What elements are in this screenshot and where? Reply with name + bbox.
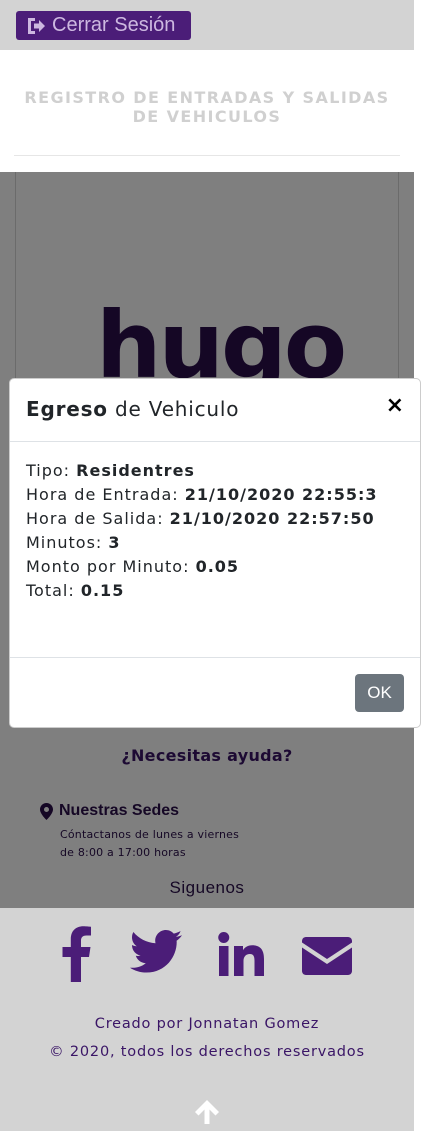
facebook-icon[interactable] (62, 926, 92, 982)
modal-footer: OK (10, 658, 420, 728)
logout-button[interactable]: Cerrar Sesión (16, 11, 191, 40)
ok-button[interactable]: OK (355, 674, 404, 712)
close-button[interactable]: × (386, 395, 404, 417)
modal-body: Tipo: Residentres Hora de Entrada: 21/10… (10, 442, 420, 658)
twitter-icon[interactable] (130, 930, 182, 974)
field-monto-minuto: Monto por Minuto: 0.05 (26, 557, 240, 576)
top-bar: Cerrar Sesión (0, 0, 414, 50)
sign-out-icon (28, 17, 45, 34)
scroll-top-icon[interactable] (194, 1099, 220, 1125)
title-divider (14, 155, 400, 156)
field-minutos: Minutos: 3 (26, 533, 121, 552)
modal-title: Egreso de Vehiculo (26, 397, 404, 421)
linkedin-icon[interactable] (218, 932, 264, 976)
field-hora-entrada: Hora de Entrada: 21/10/2020 22:55:3 (26, 485, 378, 504)
logout-label: Cerrar Sesión (52, 14, 176, 36)
modal-title-bold: Egreso (26, 397, 108, 421)
field-hora-salida: Hora de Salida: 21/10/2020 22:57:50 (26, 509, 375, 528)
page-title-line1: REGISTRO DE ENTRADAS Y SALIDAS (24, 88, 390, 107)
footer: Creado por Jonnatan Gomez © 2020, todos … (0, 908, 414, 1131)
page-title: REGISTRO DE ENTRADAS Y SALIDAS DE VEHICU… (14, 88, 400, 126)
modal-header: Egreso de Vehiculo × (10, 379, 420, 442)
modal-title-rest: de Vehiculo (107, 397, 240, 421)
egreso-modal: Egreso de Vehiculo × Tipo: Residentres H… (9, 378, 421, 728)
credit-copyright: © 2020, todos los derechos reservados (49, 1044, 365, 1060)
credit-author: Creado por Jonnatan Gomez (94, 1016, 320, 1032)
envelope-icon[interactable] (302, 937, 352, 975)
page-title-line2: DE VEHICULOS (132, 107, 282, 126)
field-total: Total: 0.15 (26, 581, 125, 600)
social-links (0, 926, 414, 986)
field-tipo: Tipo: Residentres (26, 461, 195, 480)
credits: Creado por Jonnatan Gomez © 2020, todos … (0, 1010, 414, 1066)
